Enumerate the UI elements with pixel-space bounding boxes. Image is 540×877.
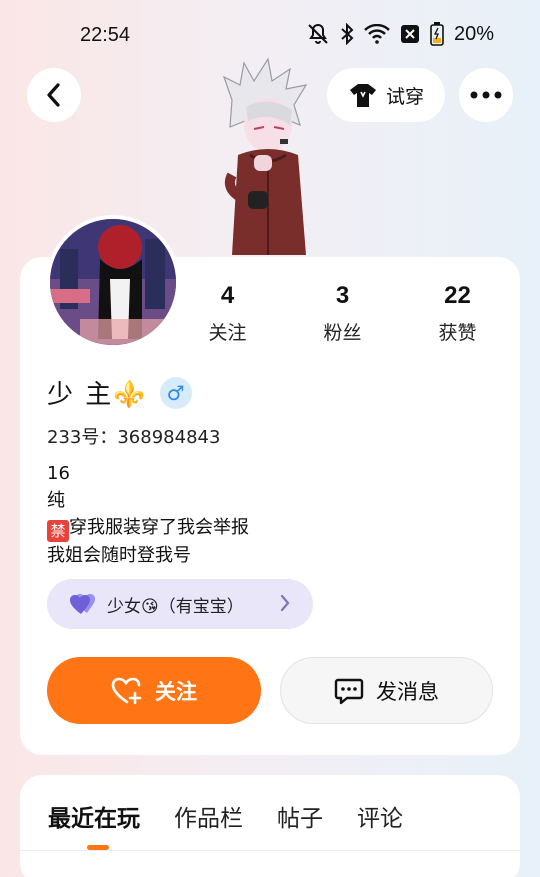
avatar[interactable]: [46, 215, 180, 349]
chevron-left-icon: [47, 83, 60, 107]
stat-followers[interactable]: 3 粉丝: [285, 282, 400, 345]
message-button[interactable]: 发消息: [280, 657, 493, 724]
message-label: 发消息: [376, 679, 439, 704]
follow-button[interactable]: 关注: [47, 657, 261, 724]
tab-recently-played[interactable]: 最近在玩: [48, 799, 140, 833]
character-figure[interactable]: [210, 55, 320, 260]
chat-bubble-icon: [334, 678, 364, 704]
chevron-right-icon: [280, 594, 290, 612]
stat-likes[interactable]: 22 获赞: [400, 282, 515, 345]
tab-works[interactable]: 作品栏: [174, 799, 243, 833]
relation-tag[interactable]: 少女😘（有宝宝）: [47, 579, 313, 629]
battery-percent: 20%: [453, 22, 494, 45]
stat-value: 3: [335, 282, 350, 309]
name-row: 少 主⚜️ ♂: [47, 374, 192, 411]
bio-line: 我姐会随时登我号: [47, 545, 191, 566]
bluetooth-icon: [341, 23, 354, 45]
bio-line: 16: [47, 463, 70, 484]
back-button[interactable]: [27, 68, 81, 122]
tabs-card: 最近在玩 作品栏 帖子 评论: [20, 775, 520, 877]
status-icons: 20%: [306, 22, 494, 46]
bio-line: 纯: [47, 490, 65, 511]
tab-bar: 最近在玩 作品栏 帖子 评论: [48, 799, 403, 833]
tabs-divider: [20, 850, 520, 851]
relation-tag-label: 少女😘（有宝宝）: [107, 596, 244, 617]
double-heart-icon: [70, 594, 95, 614]
tab-comments[interactable]: 评论: [357, 799, 403, 833]
shirt-icon: [349, 84, 376, 107]
stats-row: 4 关注 3 粉丝 22 获赞: [170, 282, 515, 345]
stat-value: 22: [444, 282, 471, 309]
stat-value: 4: [220, 282, 235, 309]
more-button[interactable]: [459, 68, 513, 122]
heart-plus-icon: [111, 677, 142, 704]
tab-posts[interactable]: 帖子: [277, 799, 323, 833]
bio: 16 纯 禁穿我服装穿了我会举报 我姐会随时登我号: [47, 460, 249, 569]
follow-label: 关注: [155, 679, 197, 704]
wifi-icon: [364, 24, 390, 44]
stat-label: 获赞: [438, 322, 477, 344]
more-dots-icon: [470, 91, 502, 99]
stat-label: 粉丝: [323, 322, 362, 344]
status-time: 22:54: [80, 24, 131, 46]
mute-bell-icon: [308, 23, 328, 44]
gender-male-icon: ♂: [159, 376, 192, 409]
bio-line-text: 穿我服装穿了我会举报: [69, 517, 249, 538]
avatar-image: [50, 219, 176, 345]
ban-badge: 禁: [47, 520, 69, 542]
user-id: 233号：368984843: [47, 427, 221, 448]
stat-following[interactable]: 4 关注: [170, 282, 285, 345]
try-on-label: 试穿: [385, 86, 424, 108]
sim-icon: [400, 25, 419, 43]
profile-name: 少 主⚜️: [47, 380, 148, 410]
stat-label: 关注: [208, 322, 247, 344]
bio-line: 禁穿我服装穿了我会举报: [47, 514, 249, 542]
battery-icon: [430, 22, 444, 46]
try-on-button[interactable]: 试穿: [327, 68, 445, 122]
